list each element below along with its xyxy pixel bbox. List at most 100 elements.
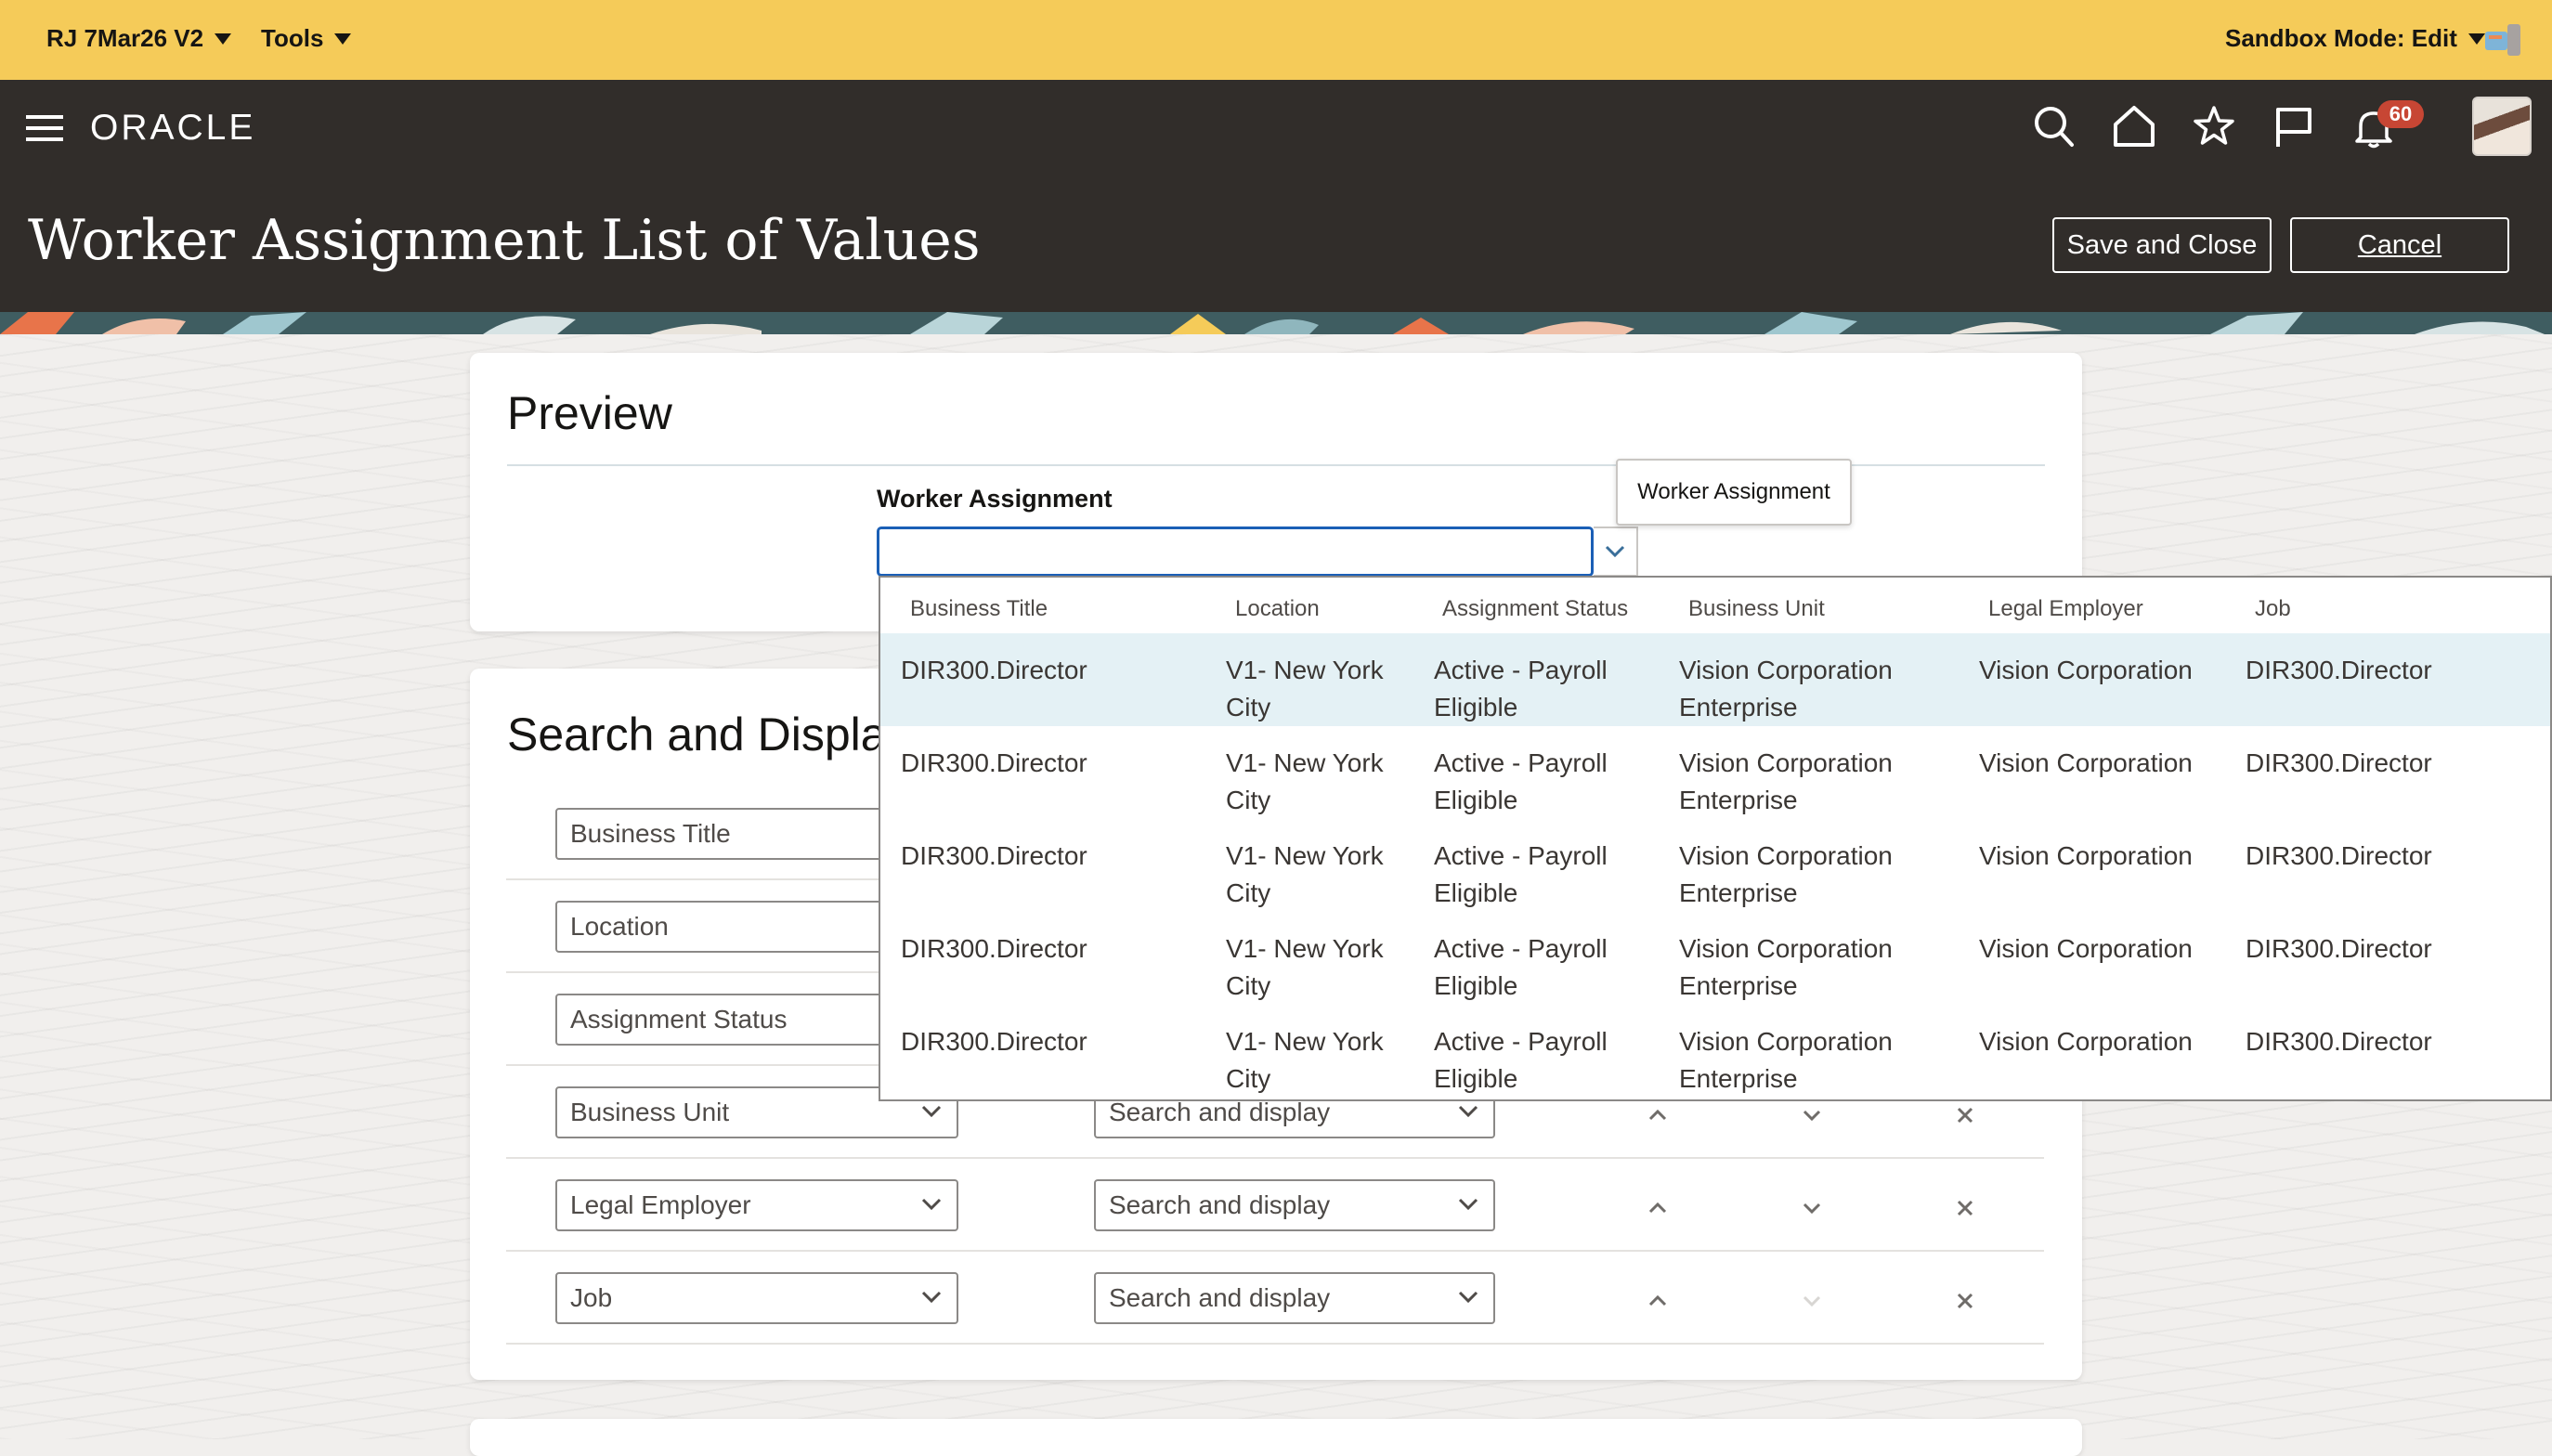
- column-header-business-unit[interactable]: Business Unit: [1688, 596, 1825, 622]
- cell-business-title: DIR300.Director: [901, 748, 1087, 777]
- attribute-select-value: Assignment Status: [570, 1005, 788, 1034]
- chevron-down-icon: [1458, 1105, 1478, 1118]
- home-icon[interactable]: [2112, 104, 2156, 149]
- row-divider: [506, 1250, 2044, 1252]
- chevron-down-icon: [1458, 1198, 1478, 1211]
- cell-job: DIR300.Director: [2246, 934, 2432, 963]
- lov-table-row[interactable]: DIR300.Director V1- New York City Active…: [880, 726, 2550, 819]
- cell-location: V1- New York City: [1226, 1027, 1384, 1093]
- cell-legal-employer: Vision Corporation: [1979, 748, 2193, 777]
- attribute-select-value: Location: [570, 912, 669, 941]
- megaphone-icon[interactable]: [2485, 24, 2522, 56]
- column-header-legal-employer[interactable]: Legal Employer: [1988, 596, 2143, 622]
- preview-section-title: Preview: [507, 387, 672, 439]
- cell-job: DIR300.Director: [2246, 748, 2432, 777]
- chevron-down-icon: [1605, 545, 1625, 558]
- lov-table-row[interactable]: DIR300.Director V1- New York City Active…: [880, 1005, 2550, 1098]
- cell-assignment-status: Active - Payroll Eligible: [1434, 934, 1608, 1000]
- cell-assignment-status: Active - Payroll Eligible: [1434, 1027, 1608, 1093]
- cell-legal-employer: Vision Corporation: [1979, 934, 2193, 963]
- attribute-select-legal-employer[interactable]: Legal Employer: [555, 1179, 958, 1231]
- tools-label: Tools: [261, 24, 324, 52]
- cell-business-unit: Vision Corporation Enterprise: [1679, 841, 1893, 907]
- caret-down-icon: [215, 32, 232, 45]
- oracle-logo[interactable]: ORACLE: [90, 108, 255, 149]
- cell-business-title: DIR300.Director: [901, 934, 1087, 963]
- user-avatar[interactable]: [2472, 97, 2532, 156]
- lov-table-row[interactable]: DIR300.Director V1- New York City Active…: [880, 819, 2550, 912]
- cell-business-unit: Vision Corporation Enterprise: [1679, 748, 1893, 814]
- notification-count-badge: 60: [2377, 100, 2424, 128]
- attribute-select-value: Job: [570, 1283, 613, 1312]
- attribute-select-value: Legal Employer: [570, 1190, 751, 1219]
- favorites-star-icon[interactable]: [2192, 104, 2236, 149]
- remove-row-icon[interactable]: [1949, 1285, 1981, 1317]
- cell-location: V1- New York City: [1226, 934, 1384, 1000]
- caret-down-icon: [334, 32, 352, 45]
- mode-select-value: Search and display: [1109, 1098, 1331, 1126]
- worker-assignment-dropdown-button[interactable]: [1594, 526, 1638, 577]
- mode-select-value: Search and display: [1109, 1190, 1331, 1219]
- cell-location: V1- New York City: [1226, 748, 1384, 814]
- cell-legal-employer: Vision Corporation: [1979, 841, 2193, 870]
- cell-business-unit: Vision Corporation Enterprise: [1679, 934, 1893, 1000]
- mode-select-value: Search and display: [1109, 1283, 1331, 1312]
- column-header-assignment-status[interactable]: Assignment Status: [1442, 596, 1628, 622]
- chevron-down-icon: [1458, 1291, 1478, 1304]
- cell-business-title: DIR300.Director: [901, 841, 1087, 870]
- worker-assignment-tooltip: Worker Assignment: [1616, 459, 1852, 526]
- remove-row-icon[interactable]: [1949, 1099, 1981, 1131]
- chevron-down-icon: [921, 1105, 942, 1118]
- worker-assignment-input[interactable]: [877, 526, 1594, 577]
- caret-down-icon: [2467, 32, 2485, 45]
- move-down-icon[interactable]: [1796, 1099, 1828, 1131]
- sandbox-name-label: RJ 7Mar26 V2: [46, 24, 204, 52]
- sandbox-name-menu[interactable]: RJ 7Mar26 V2: [46, 24, 232, 53]
- cell-assignment-status: Active - Payroll Eligible: [1434, 748, 1608, 814]
- cell-job: DIR300.Director: [2246, 841, 2432, 870]
- chevron-down-icon: [921, 1198, 942, 1211]
- move-up-icon[interactable]: [1642, 1285, 1673, 1317]
- attribute-select-value: Business Unit: [570, 1098, 730, 1126]
- column-header-location[interactable]: Location: [1235, 596, 1320, 622]
- attribute-select-job[interactable]: Job: [555, 1272, 958, 1324]
- mode-select-legal-employer[interactable]: Search and display: [1094, 1179, 1495, 1231]
- mode-select-job[interactable]: Search and display: [1094, 1272, 1495, 1324]
- next-section-card: [470, 1419, 2082, 1456]
- lov-table-row[interactable]: DIR300.Director V1- New York City Active…: [880, 912, 2550, 1005]
- attribute-select-value: Business Title: [570, 819, 731, 848]
- hamburger-menu-icon[interactable]: [26, 113, 63, 143]
- app-header: ORACLE 60 Worker Assignment List of Valu…: [0, 80, 2552, 312]
- flag-icon[interactable]: [2273, 106, 2314, 149]
- search-icon[interactable]: [2034, 106, 2075, 149]
- cell-location: V1- New York City: [1226, 656, 1384, 722]
- cell-location: V1- New York City: [1226, 841, 1384, 907]
- sandbox-bar: RJ 7Mar26 V2 Tools Sandbox Mode: Edit: [0, 0, 2552, 80]
- save-and-close-button[interactable]: Save and Close: [2052, 217, 2272, 273]
- cell-job: DIR300.Director: [2246, 656, 2432, 684]
- worker-assignment-field-label: Worker Assignment: [877, 485, 1113, 513]
- chevron-down-icon: [921, 1291, 942, 1304]
- cell-business-title: DIR300.Director: [901, 656, 1087, 684]
- sandbox-mode-label: Sandbox Mode: Edit: [2225, 24, 2457, 52]
- cell-job: DIR300.Director: [2246, 1027, 2432, 1056]
- cancel-button[interactable]: Cancel: [2290, 217, 2509, 273]
- move-up-icon[interactable]: [1642, 1192, 1673, 1224]
- decorative-banner: [0, 312, 2552, 334]
- cell-business-unit: Vision Corporation Enterprise: [1679, 656, 1893, 722]
- remove-row-icon[interactable]: [1949, 1192, 1981, 1224]
- move-down-icon-disabled: [1803, 1295, 1821, 1307]
- column-header-business-title[interactable]: Business Title: [910, 596, 1048, 622]
- banner-pattern: [0, 312, 2552, 334]
- tools-menu[interactable]: Tools: [261, 24, 352, 53]
- search-display-section-title: Search and Displa: [507, 708, 887, 760]
- sandbox-mode-menu[interactable]: Sandbox Mode: Edit: [2225, 24, 2485, 53]
- row-divider: [506, 1157, 2044, 1159]
- worker-assignment-lov-popup: Business Title Location Assignment Statu…: [879, 576, 2552, 1101]
- lov-table-row[interactable]: DIR300.Director V1- New York City Active…: [880, 633, 2550, 726]
- move-up-icon[interactable]: [1642, 1099, 1673, 1131]
- column-header-job[interactable]: Job: [2255, 596, 2291, 622]
- page-title: Worker Assignment List of Values: [28, 208, 981, 273]
- move-down-icon[interactable]: [1796, 1192, 1828, 1224]
- cell-business-title: DIR300.Director: [901, 1027, 1087, 1056]
